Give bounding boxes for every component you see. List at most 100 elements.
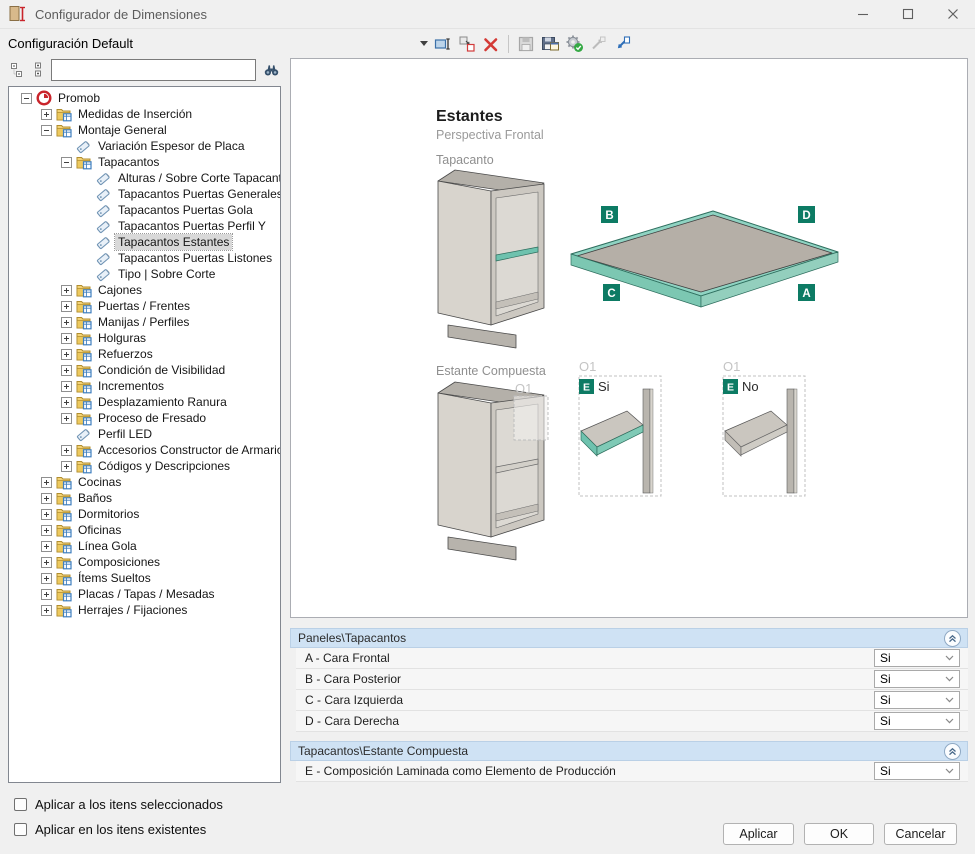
tree-item[interactable]: Ítems Sueltos <box>9 570 280 586</box>
tree-item[interactable]: Variación Espesor de Placa <box>9 138 280 154</box>
tree-toggle-expand[interactable] <box>61 365 72 376</box>
tree-toggle-expand[interactable] <box>61 381 72 392</box>
property-value-dropdown[interactable]: Si <box>874 691 960 709</box>
tree-item[interactable]: Dormitorios <box>9 506 280 522</box>
rename-config-button[interactable] <box>432 33 454 55</box>
tree-toggle-expand[interactable] <box>61 461 72 472</box>
tree-toggle-expand[interactable] <box>61 317 72 328</box>
tree-toggle-collapse[interactable] <box>21 93 32 104</box>
tree-item[interactable]: Tapacantos Estantes <box>9 234 280 250</box>
tree-item[interactable]: Baños <box>9 490 280 506</box>
tree-item[interactable]: Manijas / Perfiles <box>9 314 280 330</box>
tree-item[interactable]: Montaje General <box>9 122 280 138</box>
tree-item[interactable]: Accesorios Constructor de Armarios <box>9 442 280 458</box>
tree-item-label: Códigos y Descripciones <box>95 458 233 474</box>
property-group-title: Paneles\Tapacantos <box>291 631 406 645</box>
maximize-button[interactable] <box>885 0 930 28</box>
ok-button[interactable]: OK <box>804 823 874 845</box>
property-value-dropdown[interactable]: Si <box>874 762 960 780</box>
tree-item-label: Condición de Visibilidad <box>95 362 228 378</box>
tree-toggle-collapse[interactable] <box>41 125 52 136</box>
checkbox-apply-existing[interactable]: Aplicar en los itens existentes <box>14 822 206 837</box>
checkbox-box[interactable] <box>14 798 27 811</box>
tree-search-input[interactable] <box>51 59 256 81</box>
minimize-button[interactable] <box>840 0 885 28</box>
tree-item[interactable]: Tipo | Sobre Corte <box>9 266 280 282</box>
apply-button[interactable]: Aplicar <box>723 823 794 845</box>
badge-a: A <box>802 288 810 300</box>
tree-item[interactable]: Condición de Visibilidad <box>9 362 280 378</box>
expand-all-icon[interactable] <box>28 60 48 80</box>
tree-item[interactable]: Tapacantos Puertas Listones <box>9 250 280 266</box>
tree-item[interactable]: Refuerzos <box>9 346 280 362</box>
property-group-header: Tapacantos\Estante Compuesta <box>290 741 968 761</box>
tree-item[interactable]: Desplazamiento Ranura <box>9 394 280 410</box>
tree-toggle-expand[interactable] <box>61 285 72 296</box>
closeup-e-no: O1 E No <box>723 359 805 496</box>
tree-item[interactable]: Placas / Tapas / Mesadas <box>9 586 280 602</box>
collapse-group-button[interactable] <box>944 630 961 647</box>
tree-toggle-expand[interactable] <box>61 397 72 408</box>
tree-item[interactable]: Línea Gola <box>9 538 280 554</box>
tree-item[interactable]: Promob <box>9 90 280 106</box>
search-binoculars-icon[interactable] <box>261 60 281 80</box>
tree-toggle-expand[interactable] <box>61 413 72 424</box>
tree-item[interactable]: Cocinas <box>9 474 280 490</box>
delete-config-button[interactable] <box>480 33 502 55</box>
tree-toggle-expand[interactable] <box>61 349 72 360</box>
link-config-button-disabled[interactable] <box>587 33 609 55</box>
closeup-e-si: O1 E Si <box>579 359 661 496</box>
tree-item[interactable]: Proceso de Fresado <box>9 410 280 426</box>
tree-item[interactable]: Códigos y Descripciones <box>9 458 280 474</box>
tree-item-label: Línea Gola <box>75 538 140 554</box>
tree-item[interactable]: Medidas de Inserción <box>9 106 280 122</box>
illustration-panel: Estantes Perspectiva Frontal Tapacanto B… <box>290 58 968 618</box>
tree-item[interactable]: Cajones <box>9 282 280 298</box>
tree-toggle-expand[interactable] <box>61 333 72 344</box>
apply-config-button[interactable] <box>563 33 585 55</box>
tree-item[interactable]: Composiciones <box>9 554 280 570</box>
tree-item[interactable]: Tapacantos <box>9 154 280 170</box>
tree-item[interactable]: Tapacantos Puertas Perfil Y <box>9 218 280 234</box>
folder-icon <box>56 571 75 586</box>
tree-toggle-expand[interactable] <box>41 541 52 552</box>
tree-toggle-expand[interactable] <box>41 109 52 120</box>
tree-item[interactable]: Alturas / Sobre Corte Tapacantos <box>9 170 280 186</box>
collapse-all-icon[interactable] <box>8 60 28 80</box>
tree-toggle-expand[interactable] <box>41 493 52 504</box>
import-config-button[interactable] <box>611 33 633 55</box>
tree-item[interactable]: Tapacantos Puertas Gola <box>9 202 280 218</box>
property-value-dropdown[interactable]: Si <box>874 712 960 730</box>
tree-toggle-expand[interactable] <box>61 301 72 312</box>
tree-item[interactable]: Tapacantos Puertas Generales <box>9 186 280 202</box>
checkbox-apply-selected[interactable]: Aplicar a los itens seleccionados <box>14 797 223 812</box>
tree-item[interactable]: Puertas / Frentes <box>9 298 280 314</box>
tree-item[interactable]: Holguras <box>9 330 280 346</box>
tree-toggle-expand[interactable] <box>41 557 52 568</box>
checkbox-box[interactable] <box>14 823 27 836</box>
cancel-button[interactable]: Cancelar <box>884 823 957 845</box>
property-value-dropdown[interactable]: Si <box>874 649 960 667</box>
duplicate-config-button[interactable] <box>456 33 478 55</box>
tree-toggle-expand[interactable] <box>41 509 52 520</box>
collapse-group-button[interactable] <box>944 743 961 760</box>
tree-toggle-expand[interactable] <box>41 525 52 536</box>
tree-toggle-expand[interactable] <box>41 605 52 616</box>
option-no-label: No <box>742 379 759 394</box>
tag-icon <box>96 251 115 266</box>
tree-toggle-collapse[interactable] <box>61 157 72 168</box>
tree-item[interactable]: Perfil LED <box>9 426 280 442</box>
config-selector[interactable]: Configuración Default <box>8 32 432 56</box>
save-config-button-disabled[interactable] <box>515 33 537 55</box>
property-value-dropdown[interactable]: Si <box>874 670 960 688</box>
close-button[interactable] <box>930 0 975 28</box>
tree-toggle-expand[interactable] <box>41 477 52 488</box>
tree-item-label: Tapacantos Puertas Generales <box>115 186 281 202</box>
tree-toggle-expand[interactable] <box>41 573 52 584</box>
tree-item[interactable]: Oficinas <box>9 522 280 538</box>
tree-toggle-expand[interactable] <box>61 445 72 456</box>
tree-item[interactable]: Incrementos <box>9 378 280 394</box>
tree-toggle-expand[interactable] <box>41 589 52 600</box>
tree-item[interactable]: Herrajes / Fijaciones <box>9 602 280 618</box>
save-config-as-button[interactable] <box>539 33 561 55</box>
